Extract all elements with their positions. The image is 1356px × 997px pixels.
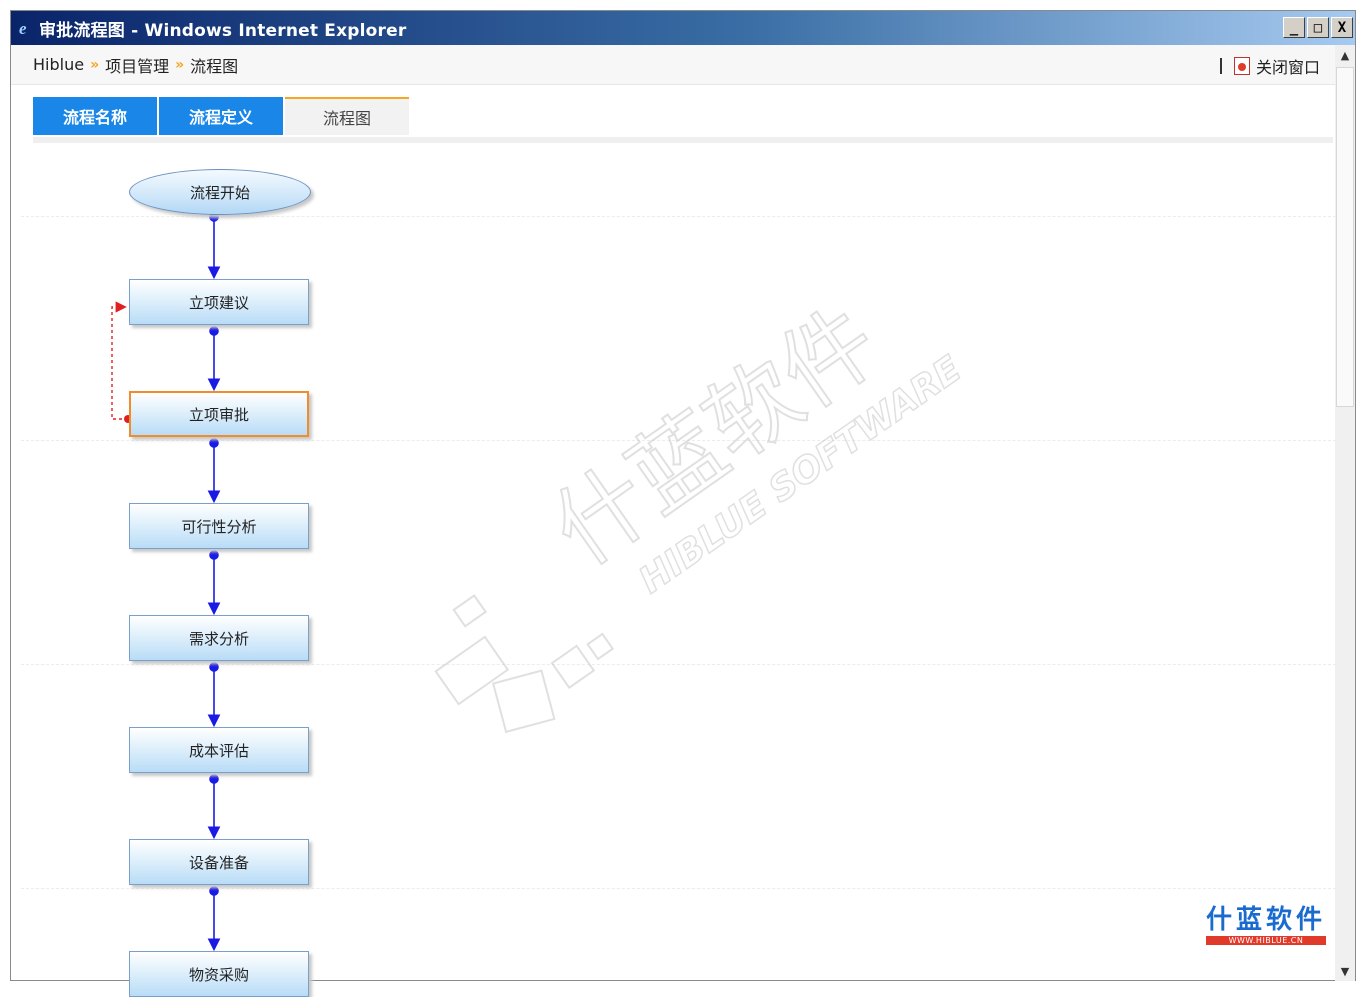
scroll-up-arrow-icon[interactable]: ▲ bbox=[1335, 45, 1355, 65]
tab-bar: 流程名称 流程定义 流程图 bbox=[33, 97, 411, 137]
vertical-scrollbar[interactable]: ▲ ▼ bbox=[1335, 45, 1355, 981]
tab-flowchart[interactable]: 流程图 bbox=[285, 97, 409, 135]
breadcrumb-separator: » bbox=[175, 56, 185, 73]
return-connector bbox=[111, 301, 128, 420]
close-window-link[interactable]: 关闭窗口 bbox=[1219, 54, 1320, 78]
flow-node-proposal[interactable]: 立项建议 bbox=[129, 279, 309, 325]
tab-process-name[interactable]: 流程名称 bbox=[33, 97, 157, 135]
divider bbox=[1219, 58, 1222, 74]
close-button[interactable]: X bbox=[1331, 17, 1353, 38]
browser-window: e 审批流程图 - Windows Internet Explorer _ □ … bbox=[10, 10, 1356, 997]
flow-node-purchase[interactable]: 物资采购 bbox=[129, 951, 309, 997]
flow-node-feasibility[interactable]: 可行性分析 bbox=[129, 503, 309, 549]
breadcrumb-bar: Hiblue » 项目管理 » 流程图 关闭窗口 bbox=[11, 45, 1336, 85]
breadcrumb-home[interactable]: Hiblue bbox=[33, 55, 84, 74]
svg-text:e: e bbox=[19, 19, 27, 37]
breadcrumb: Hiblue » 项目管理 » 流程图 bbox=[33, 53, 238, 77]
flow-node-requirements[interactable]: 需求分析 bbox=[129, 615, 309, 661]
flow-node-equipment[interactable]: 设备准备 bbox=[129, 839, 309, 885]
ie-icon: e bbox=[17, 19, 35, 37]
breadcrumb-project-management[interactable]: 项目管理 bbox=[105, 53, 169, 77]
flow-node-cost[interactable]: 成本评估 bbox=[129, 727, 309, 773]
logo-url: WWW.HIBLUE.CN bbox=[1205, 936, 1326, 945]
scroll-down-arrow-icon[interactable]: ▼ bbox=[1335, 961, 1355, 981]
minimize-button[interactable]: _ bbox=[1283, 17, 1305, 38]
flow-node-approval[interactable]: 立项审批 bbox=[129, 391, 309, 437]
tab-process-definition[interactable]: 流程定义 bbox=[159, 97, 283, 135]
flow-start-node[interactable]: 流程开始 bbox=[129, 169, 311, 215]
brand-logo: 什蓝软件 WWW.HIBLUE.CN bbox=[1205, 899, 1326, 945]
breadcrumb-separator: » bbox=[90, 56, 100, 73]
window-title: 审批流程图 - Windows Internet Explorer bbox=[39, 20, 407, 41]
window-controls: _ □ X bbox=[1283, 17, 1353, 38]
close-window-label[interactable]: 关闭窗口 bbox=[1256, 54, 1320, 78]
title-bar: e 审批流程图 - Windows Internet Explorer _ □ … bbox=[11, 11, 1355, 45]
breadcrumb-current: 流程图 bbox=[190, 56, 239, 76]
logo-name: 什蓝软件 bbox=[1205, 905, 1326, 935]
scroll-thumb[interactable] bbox=[1336, 67, 1354, 407]
flowchart-area: 什蓝软件 HIBLUE SOFTWARE 流程开始 立项建议 立项审批 可行性分… bbox=[11, 143, 1336, 997]
maximize-button[interactable]: □ bbox=[1307, 17, 1329, 38]
close-document-icon bbox=[1233, 57, 1250, 75]
